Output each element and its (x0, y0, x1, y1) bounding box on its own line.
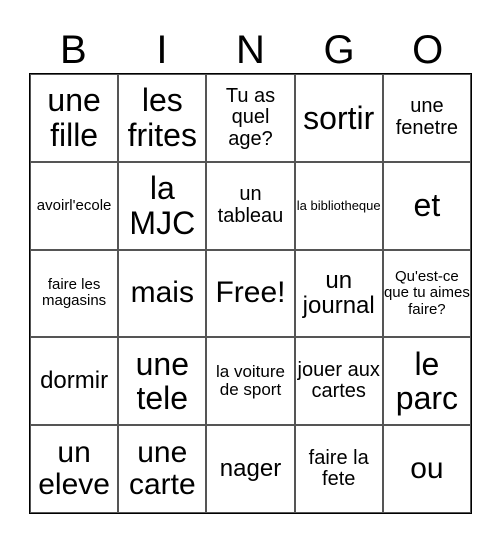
bingo-cell[interactable]: une carte (118, 425, 207, 513)
header-letter-i: I (156, 28, 168, 72)
bingo-cell[interactable]: faire la fete (294, 425, 383, 513)
bingo-cell[interactable]: les frites (118, 74, 207, 162)
bingo-cell[interactable]: la MJC (118, 161, 207, 250)
bingo-cell[interactable]: ou (382, 425, 471, 513)
bingo-cell[interactable]: une fille (30, 74, 119, 162)
bingo-grid: une fille les frites Tu as quel age? sor… (29, 73, 472, 514)
bingo-cell[interactable]: un tableau (206, 161, 295, 250)
header-letter-n: N (236, 28, 265, 72)
bingo-cell[interactable]: faire les magasins (30, 249, 119, 338)
bingo-cell[interactable]: un eleve (30, 425, 119, 513)
bingo-cell[interactable]: avoirl'ecole (30, 161, 119, 250)
free-space[interactable]: Free! (206, 249, 295, 338)
bingo-header: B I N G O (29, 28, 472, 73)
bingo-cell[interactable]: jouer aux cartes (294, 337, 383, 426)
bingo-cell[interactable]: Qu'est-ce que tu aimes faire? (382, 249, 471, 338)
bingo-cell[interactable]: la bibliotheque (294, 161, 383, 250)
bingo-cell[interactable]: une fenetre (382, 74, 471, 162)
bingo-cell[interactable]: et (382, 161, 471, 250)
bingo-cell[interactable]: une tele (118, 337, 207, 426)
bingo-cell[interactable]: Tu as quel age? (206, 74, 295, 162)
header-letter-g: G (323, 28, 355, 72)
bingo-cell[interactable]: la voiture de sport (206, 337, 295, 426)
header-letter-o: O (412, 28, 444, 72)
bingo-cell[interactable]: dormir (30, 337, 119, 426)
bingo-cell[interactable]: le parc (382, 337, 471, 426)
bingo-cell[interactable]: un journal (294, 249, 383, 338)
bingo-cell[interactable]: sortir (294, 74, 383, 162)
header-letter-b: B (59, 28, 87, 72)
bingo-cell[interactable]: nager (206, 425, 295, 513)
bingo-cell[interactable]: mais (118, 249, 207, 338)
